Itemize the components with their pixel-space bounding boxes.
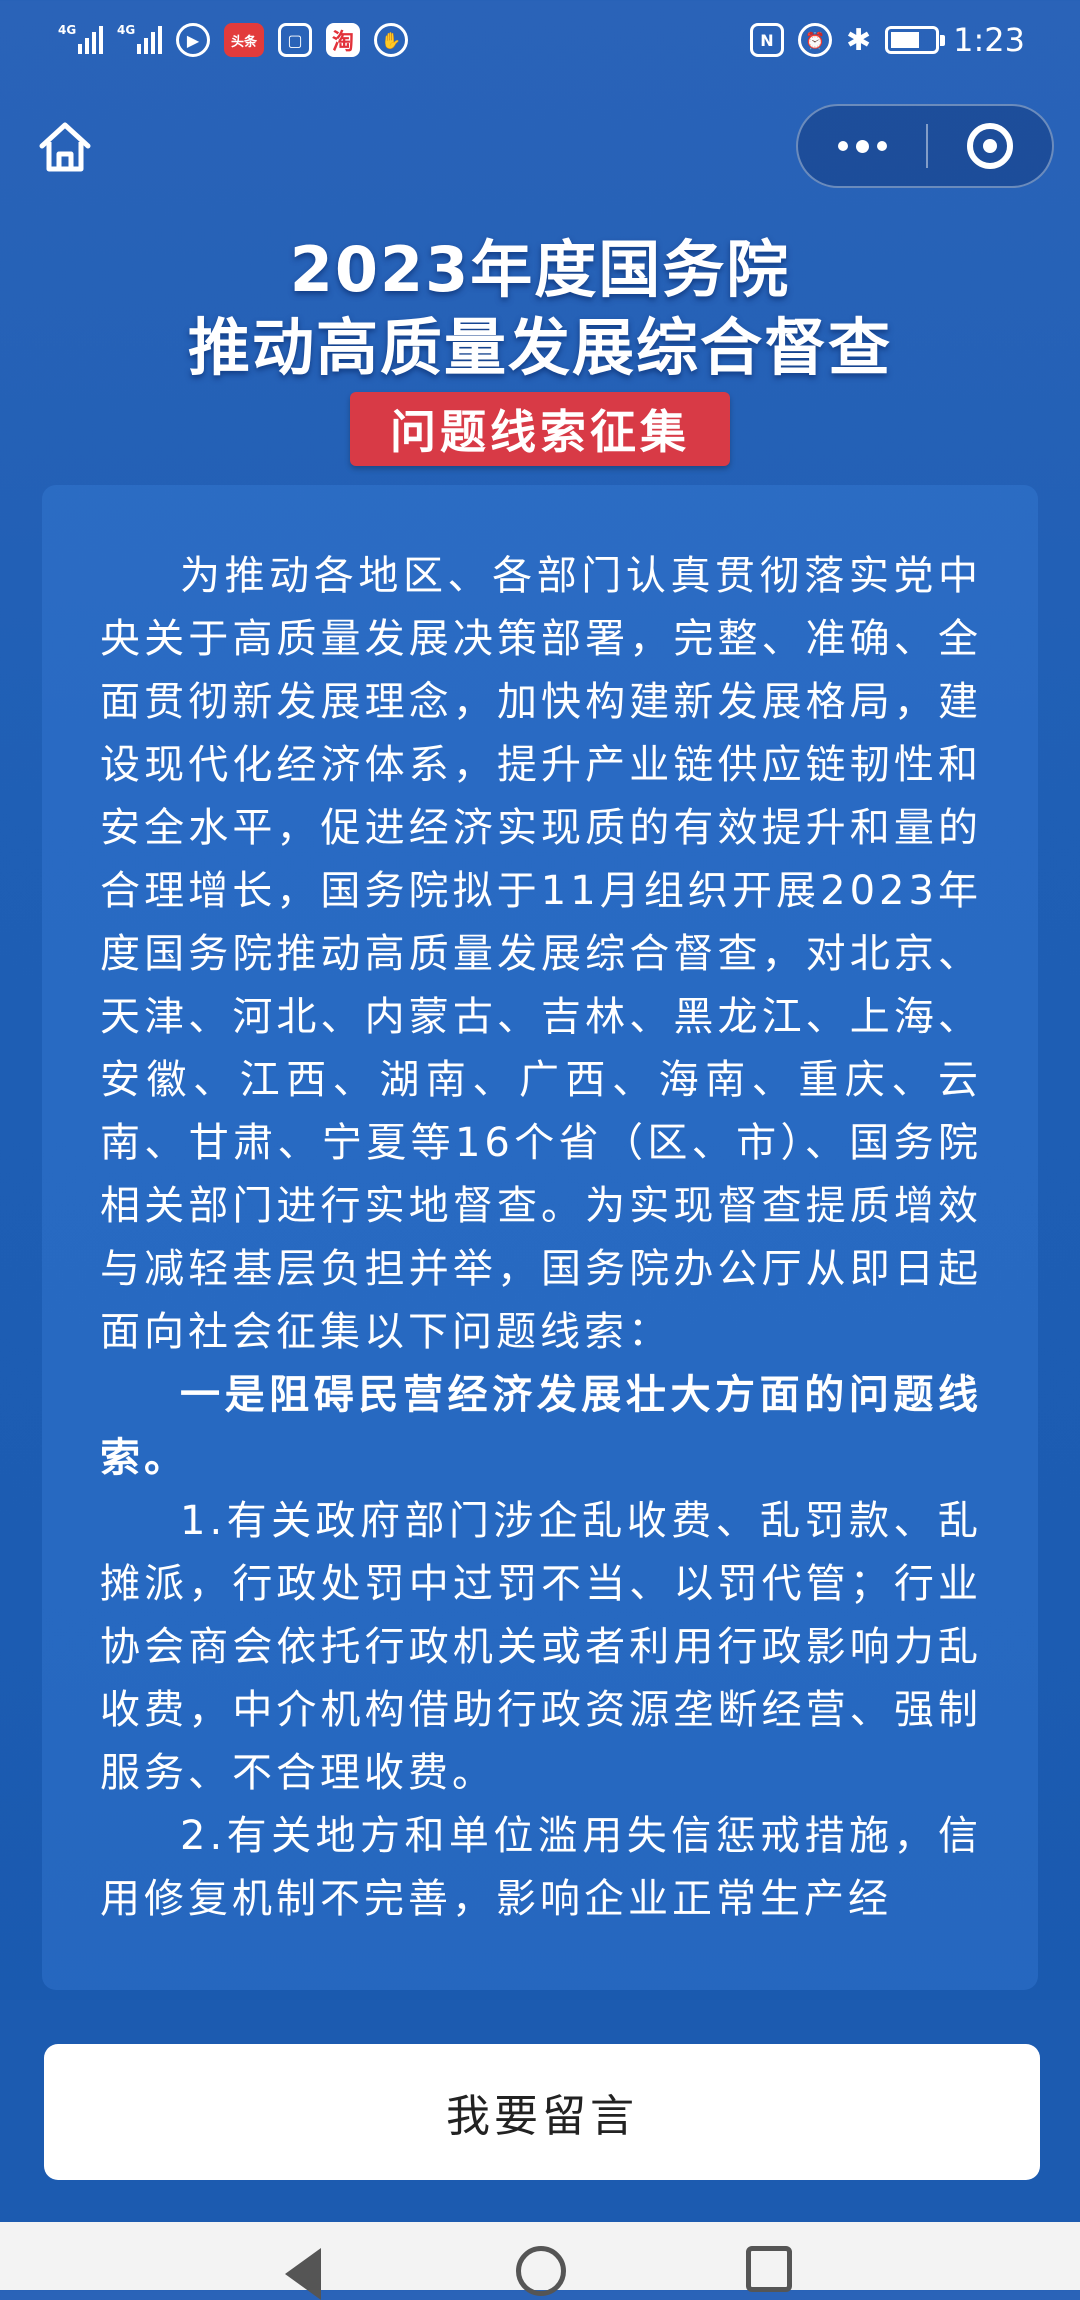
page-title-line1: 2023年度国务院 — [289, 233, 791, 306]
recent-apps-nav-icon[interactable] — [746, 2246, 792, 2292]
target-icon — [967, 123, 1013, 169]
home-icon[interactable] — [36, 118, 94, 176]
nfc-icon: N — [750, 23, 784, 57]
play-icon: ▶ — [176, 23, 210, 57]
taobao-app-icon: 淘 — [326, 23, 360, 57]
section-badge: 问题线索征集 — [350, 392, 730, 466]
mini-program-capsule — [796, 104, 1054, 188]
more-options-icon[interactable] — [798, 106, 926, 186]
article-paragraph: 1.有关政府部门涉企乱收费、乱罚款、乱摊派，行政处罚中过罚不当、以罚代管；行业协… — [100, 1498, 982, 1796]
back-nav-icon[interactable] — [285, 2248, 321, 2300]
content-panel[interactable]: 为推动各地区、各部门认真贯彻落实党中央关于高质量发展决策部署，完整、准确、全面贯… — [42, 485, 1038, 1990]
article-body: 为推动各地区、各部门认真贯彻落实党中央关于高质量发展决策部署，完整、准确、全面贯… — [100, 545, 982, 1931]
battery-icon — [885, 26, 946, 54]
article-paragraph: 2.有关地方和单位滥用失信惩戒措施，信用修复机制不完善，影响企业正常生产经 — [100, 1813, 982, 1922]
signal-icon-2: 4G — [117, 24, 162, 54]
leave-message-button[interactable]: 我要留言 — [44, 2044, 1040, 2180]
close-program-button[interactable] — [928, 123, 1052, 169]
article-heading: 一是阻碍民营经济发展壮大方面的问题线索。 — [100, 1372, 982, 1481]
toutiao-app-icon: 头条 — [224, 23, 264, 57]
bluetooth-icon: ✱ — [846, 22, 872, 58]
status-time: 1:23 — [953, 21, 1025, 59]
status-bar: 4G 4G ▶ 头条 ▢ 淘 ✋ N ⏰ ✱ 1:23 — [0, 0, 1080, 80]
signal-icon-1: 4G — [58, 24, 103, 54]
hand-icon: ✋ — [374, 23, 408, 57]
article-paragraph: 为推动各地区、各部门认真贯彻落实党中央关于高质量发展决策部署，完整、准确、全面贯… — [100, 553, 982, 1355]
alarm-icon: ⏰ — [798, 23, 832, 57]
page-title-line2: 推动高质量发展综合督查 — [187, 311, 892, 384]
home-nav-icon[interactable] — [516, 2246, 566, 2296]
copy-icon: ▢ — [278, 23, 312, 57]
